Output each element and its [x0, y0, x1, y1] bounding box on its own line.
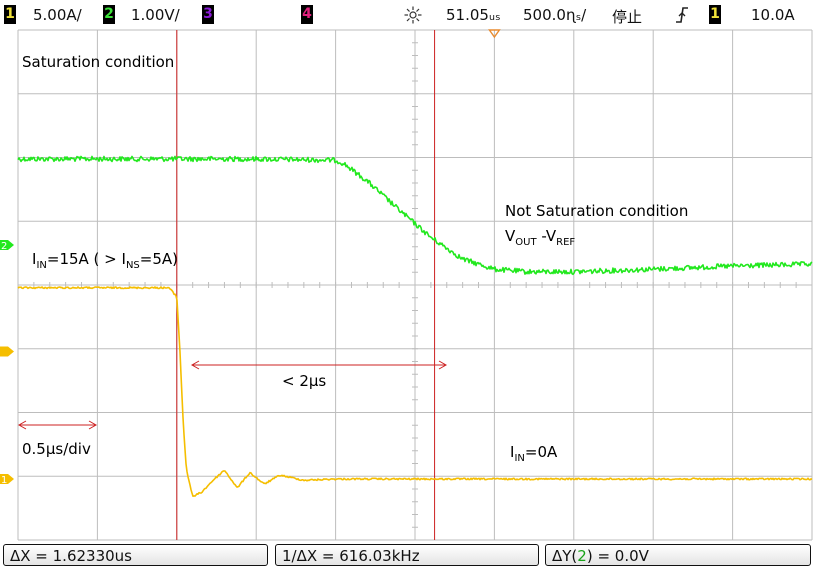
ch4-badge[interactable]: 4 [301, 5, 313, 24]
vout-vref-label: VOUT -VREF [505, 227, 575, 248]
ch1-ground-marker-label: 1 [1, 475, 7, 486]
run-state: 停止 [612, 8, 643, 26]
ch2-ground-marker-label: 2 [1, 241, 7, 252]
trigger-level-shape [0, 346, 14, 357]
acquisition-icon [404, 6, 422, 24]
delta-x-readout[interactable]: ΔX = 1.62330us [3, 544, 268, 566]
delay-arrow [190, 360, 448, 370]
ch1-ground-marker: 1 [0, 474, 14, 486]
timebase-arrow [17, 420, 98, 430]
trigger-slope-icon [675, 5, 689, 25]
delay-label: < 2μs [282, 372, 326, 390]
not-saturation-label: Not Saturation condition [505, 202, 688, 220]
ch1-scale: 5.00A/ [33, 6, 82, 24]
trigger-level-marker [0, 346, 14, 357]
scope-header: 1 5.00A/ 2 1.00V/ 3 4 51.05ᵤₛ 500.0ɳₛ/ 停… [0, 0, 816, 30]
ch2-badge[interactable]: 2 [103, 5, 115, 24]
timebase-label: 0.5μs/div [22, 440, 91, 458]
ch1-badge[interactable]: 1 [4, 5, 16, 24]
delta-y-readout[interactable]: ΔY(2) = 0.0V [545, 544, 811, 566]
iin-high-label: IIN=15A ( > INS=5A) [32, 250, 178, 271]
ch2-scale: 1.00V/ [131, 6, 180, 24]
ch2-ground-marker: 2 [0, 240, 14, 252]
measurement-bar: ΔX = 1.62330us 1/ΔX = 616.03kHz ΔY(2) = … [0, 541, 816, 568]
saturation-label: Saturation condition [22, 53, 174, 71]
time-delay: 51.05ᵤₛ [446, 6, 501, 24]
trigger-source-badge[interactable]: 1 [709, 5, 721, 24]
grid [17, 29, 813, 541]
inverse-delta-x-readout[interactable]: 1/ΔX = 616.03kHz [275, 544, 539, 566]
iin-zero-label: IIN=0A [510, 443, 558, 464]
trigger-level: 10.0A [751, 6, 795, 24]
waveform-display: 2 1 Saturation condition Not Saturation c… [0, 29, 813, 541]
ch3-badge[interactable]: 3 [202, 5, 214, 24]
time-scale: 500.0ɳₛ/ [523, 6, 587, 24]
